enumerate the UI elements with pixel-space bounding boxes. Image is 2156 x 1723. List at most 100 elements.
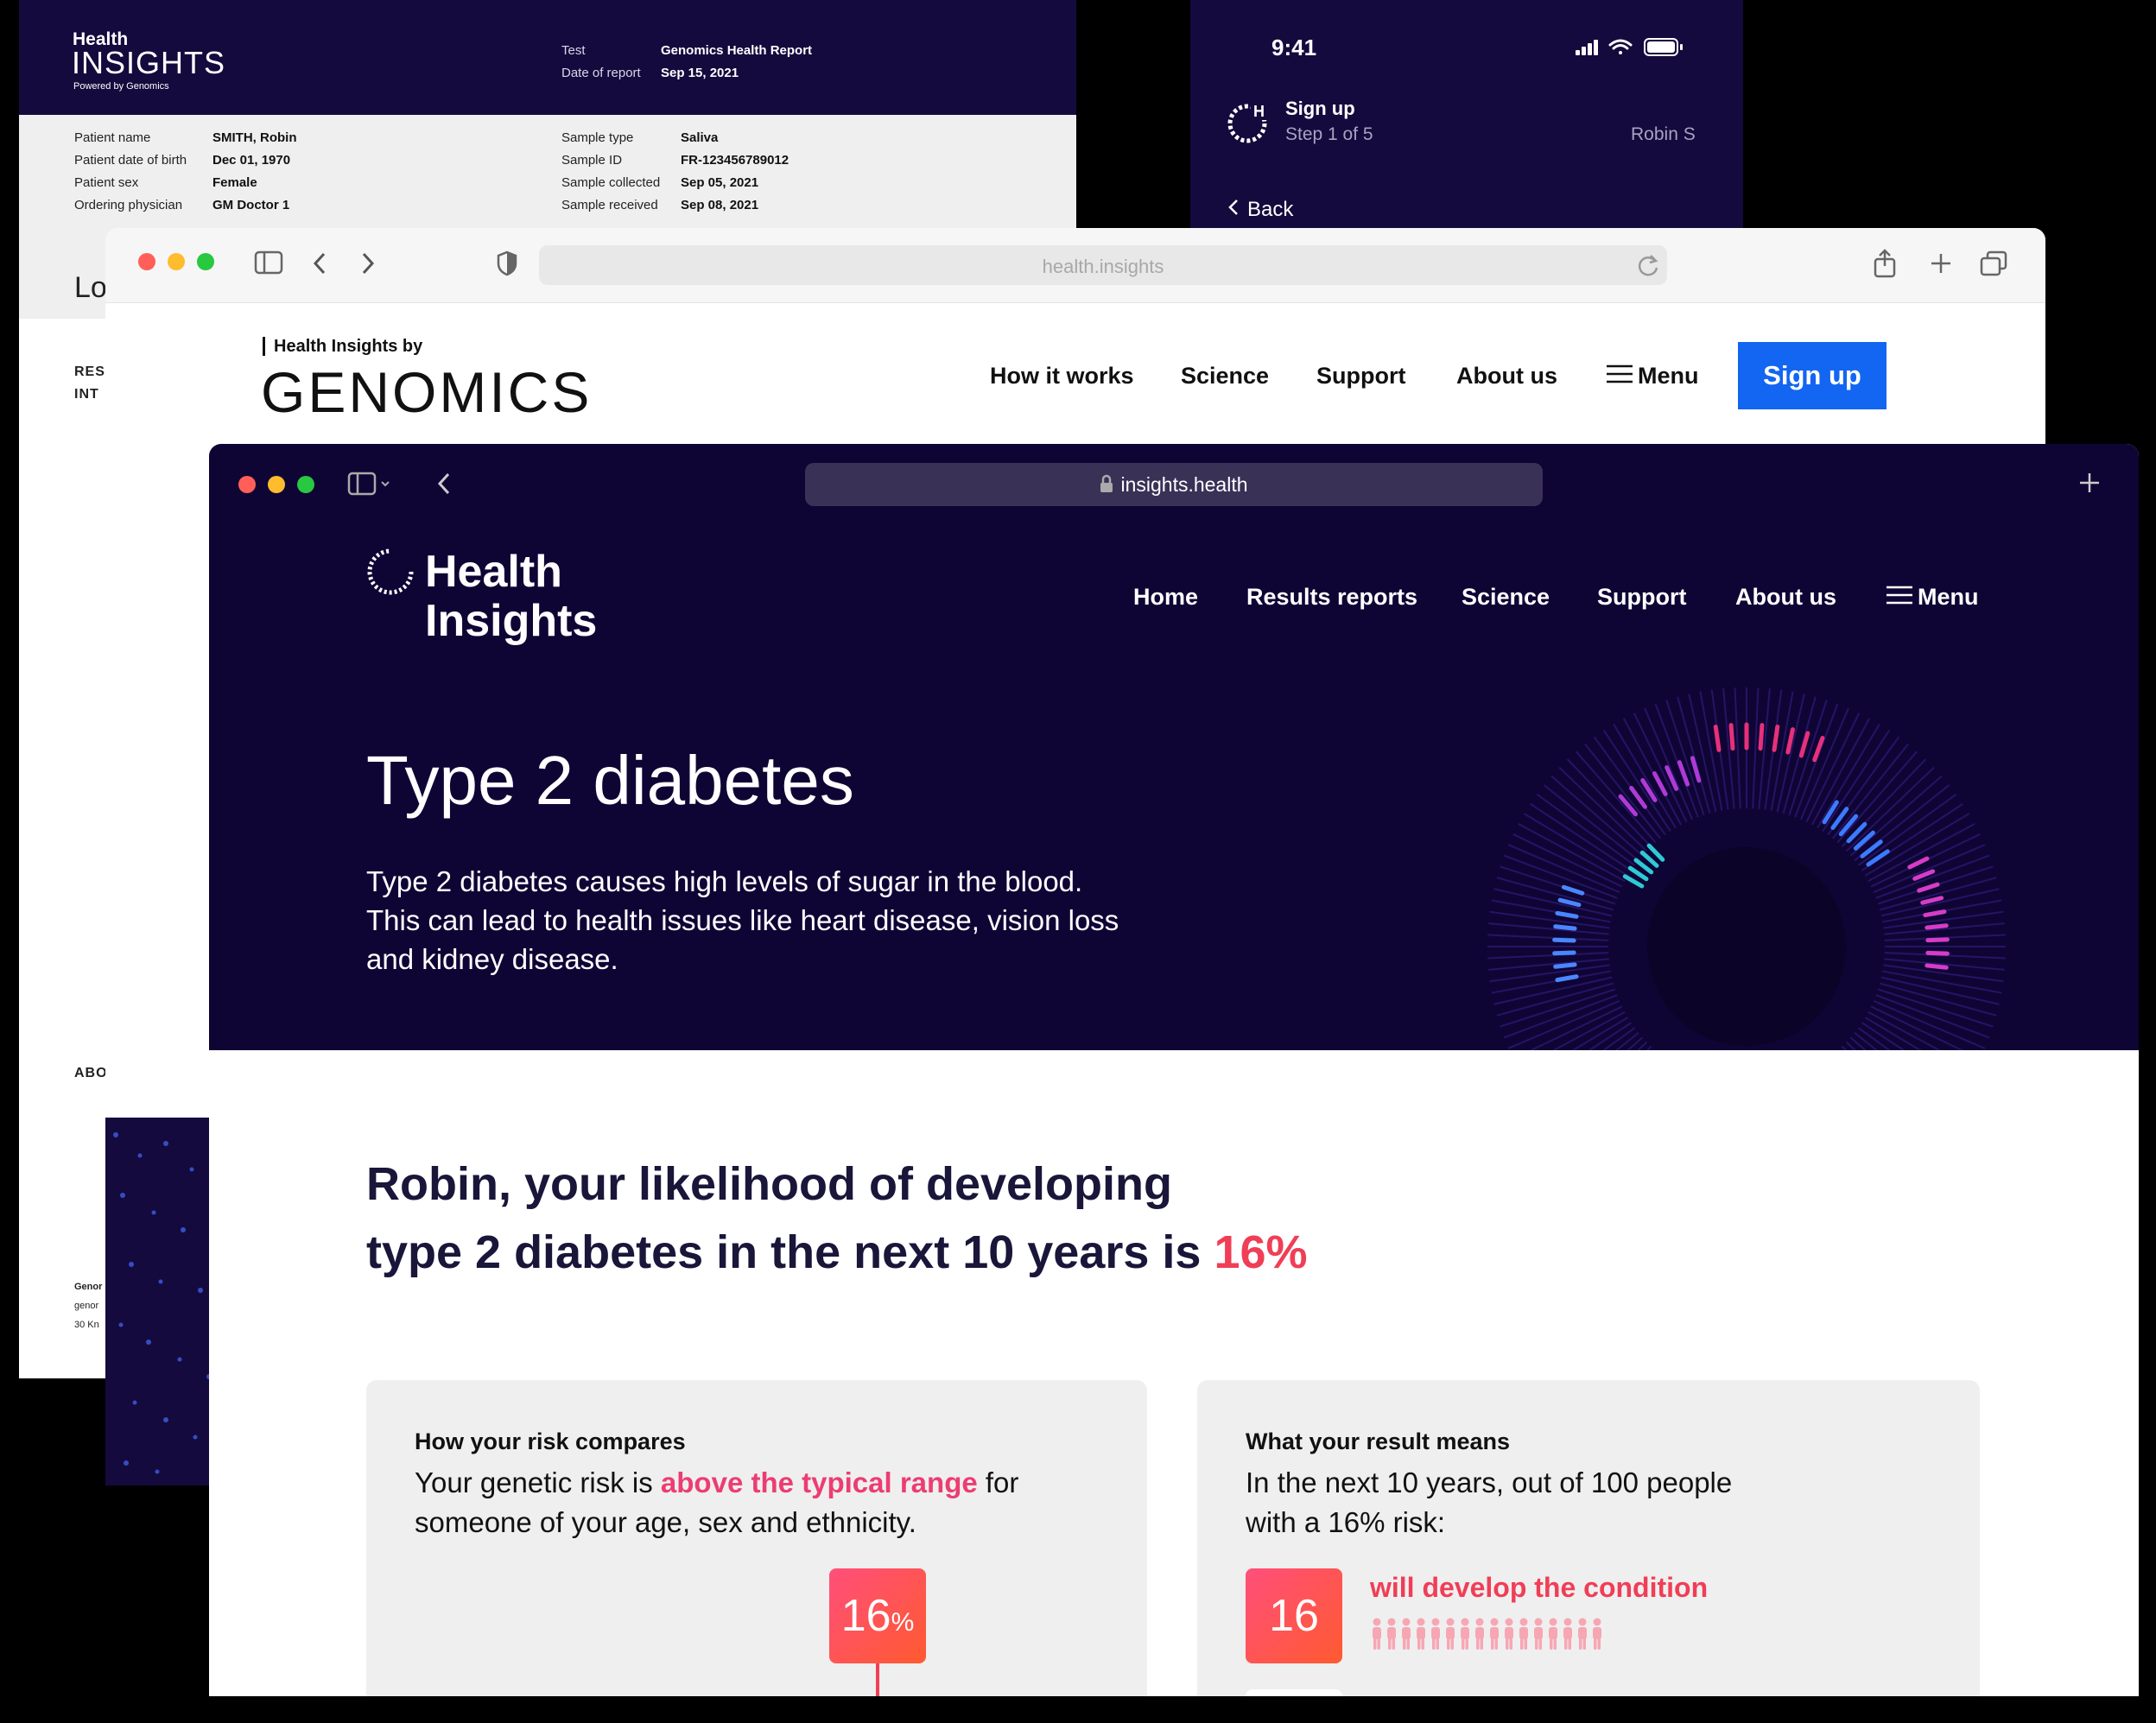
card-title: What your result means bbox=[1246, 1428, 1511, 1454]
phone-back-button[interactable]: Back bbox=[1228, 198, 1293, 222]
risk-badge-value: 16 bbox=[840, 1591, 891, 1641]
person-icon bbox=[1417, 1618, 1425, 1650]
address-bar-url: insights.health bbox=[805, 473, 1543, 498]
tab-overview-icon[interactable] bbox=[1980, 250, 2007, 281]
reload-icon[interactable] bbox=[1636, 252, 1660, 282]
report-footer-line: 30 Kn bbox=[74, 1320, 99, 1330]
address-bar[interactable]: health.insights bbox=[539, 245, 1667, 285]
nav-science[interactable]: Science bbox=[1181, 363, 1269, 390]
person-icon bbox=[1505, 1618, 1513, 1650]
card-body-pre: Your genetic risk is bbox=[415, 1466, 653, 1498]
card-body: Your genetic risk is above the typical r… bbox=[415, 1463, 1071, 1542]
headline-line-1: Robin, your likelihood of developing bbox=[366, 1158, 1173, 1210]
menu-button[interactable]: Menu bbox=[1607, 363, 1699, 390]
field-label: Sample ID bbox=[561, 153, 623, 168]
share-icon[interactable] bbox=[1873, 249, 1897, 282]
shield-icon[interactable] bbox=[496, 250, 518, 281]
person-icon bbox=[1490, 1618, 1499, 1650]
address-bar-url: health.insights bbox=[1042, 256, 1164, 277]
radial-highlight-ray bbox=[1925, 937, 1950, 943]
hamburger-icon bbox=[1607, 364, 1633, 390]
zoom-window-button[interactable] bbox=[297, 476, 314, 493]
battery-icon bbox=[1644, 38, 1683, 56]
report-logo-sub: Powered by Genomics bbox=[73, 81, 169, 92]
radial-ray bbox=[1487, 952, 1609, 960]
address-bar[interactable]: insights.health bbox=[805, 463, 1543, 506]
risk-badge: 16% bbox=[829, 1568, 926, 1663]
report-section-label: RES bbox=[74, 364, 105, 379]
field-label: Patient sex bbox=[74, 175, 139, 190]
person-icon bbox=[1578, 1618, 1587, 1650]
nav-results-reports[interactable]: Results reports bbox=[1246, 584, 1417, 611]
wifi-icon bbox=[1608, 39, 1633, 54]
radial-highlight-ray bbox=[1622, 874, 1645, 889]
phone-back-label: Back bbox=[1247, 198, 1294, 221]
menu-button[interactable]: Menu bbox=[1886, 584, 1979, 611]
person-icon bbox=[1373, 1618, 1381, 1650]
radial-highlight-ray bbox=[1923, 909, 1947, 918]
field-label: Sample received bbox=[561, 198, 658, 212]
radial-highlight-ray bbox=[1758, 723, 1765, 751]
nav-how-it-works[interactable]: How it works bbox=[990, 363, 1134, 390]
logo-line-2: Insights bbox=[425, 596, 598, 646]
radial-highlight-ray bbox=[1866, 849, 1890, 867]
report-section-label: ABO bbox=[74, 1066, 108, 1080]
radial-highlight-ray bbox=[1907, 856, 1930, 870]
back-arrow-icon[interactable] bbox=[313, 252, 327, 279]
report-date-value: Sep 15, 2021 bbox=[661, 66, 739, 80]
report-footer-line: Genor bbox=[74, 1282, 103, 1292]
radial-highlight-ray bbox=[1553, 962, 1577, 969]
nav-about-us[interactable]: About us bbox=[1456, 363, 1557, 390]
new-tab-icon[interactable] bbox=[2078, 472, 2101, 498]
sidebar-toggle-icon[interactable] bbox=[347, 472, 390, 500]
person-icon bbox=[1431, 1618, 1440, 1650]
radial-highlight-ray bbox=[1639, 850, 1659, 868]
back-arrow-icon[interactable] bbox=[437, 472, 451, 499]
phone-status-icons bbox=[1576, 36, 1688, 63]
report-section-label: INT bbox=[74, 387, 99, 402]
radial-highlight-ray bbox=[1728, 723, 1735, 751]
report-footer-line: genor bbox=[74, 1301, 99, 1311]
field-label: Patient name bbox=[74, 130, 151, 145]
genomics-brand-logo[interactable]: GENOMICS bbox=[261, 359, 592, 425]
nav-support[interactable]: Support bbox=[1316, 363, 1405, 390]
health-insights-logo[interactable]: Health Insights bbox=[425, 548, 597, 646]
radial-highlight-ray bbox=[1555, 910, 1579, 919]
field-value: Dec 01, 1970 bbox=[212, 153, 291, 168]
nav-about-us[interactable]: About us bbox=[1735, 584, 1836, 611]
radial-highlight-ray bbox=[1555, 974, 1579, 983]
result-meaning-card: What your result means In the next 10 ye… bbox=[1197, 1380, 1980, 1696]
minimize-window-button[interactable] bbox=[168, 253, 185, 270]
menu-label: Menu bbox=[1918, 584, 1979, 610]
close-window-button[interactable] bbox=[238, 476, 256, 493]
close-window-button[interactable] bbox=[138, 253, 155, 270]
sidebar-toggle-icon[interactable] bbox=[254, 250, 283, 279]
report-logo-main: INSIGHTS bbox=[72, 45, 226, 80]
radial-ray bbox=[1500, 865, 1616, 905]
radial-ray bbox=[1487, 934, 1609, 941]
nav-science[interactable]: Science bbox=[1462, 584, 1550, 611]
signal-icon bbox=[1576, 40, 1598, 55]
field-value: FR-123456789012 bbox=[681, 153, 789, 168]
radial-highlight-ray bbox=[1925, 963, 1949, 970]
radial-highlight-ray bbox=[1633, 858, 1654, 875]
person-icon bbox=[1446, 1618, 1455, 1650]
signup-button[interactable]: Sign up bbox=[1738, 342, 1886, 409]
radial-ray bbox=[1752, 687, 1760, 809]
field-value: Sep 05, 2021 bbox=[681, 175, 759, 190]
field-label: Patient date of birth bbox=[74, 153, 187, 168]
person-icon bbox=[1593, 1618, 1601, 1650]
field-value: Sep 08, 2021 bbox=[681, 198, 759, 212]
radial-ray bbox=[1575, 751, 1657, 844]
page-description: Type 2 diabetes causes high levels of su… bbox=[366, 865, 1119, 975]
nav-home[interactable]: Home bbox=[1133, 584, 1198, 611]
browser-toolbar: health.insights bbox=[105, 228, 2045, 303]
minimize-window-button[interactable] bbox=[268, 476, 285, 493]
nav-support[interactable]: Support bbox=[1597, 584, 1686, 611]
new-tab-icon[interactable] bbox=[1930, 252, 1952, 279]
forward-arrow-icon[interactable] bbox=[361, 252, 375, 279]
radial-highlight-ray bbox=[1553, 924, 1577, 931]
person-icon bbox=[1387, 1618, 1396, 1650]
person-icon bbox=[1534, 1618, 1543, 1650]
zoom-window-button[interactable] bbox=[197, 253, 214, 270]
